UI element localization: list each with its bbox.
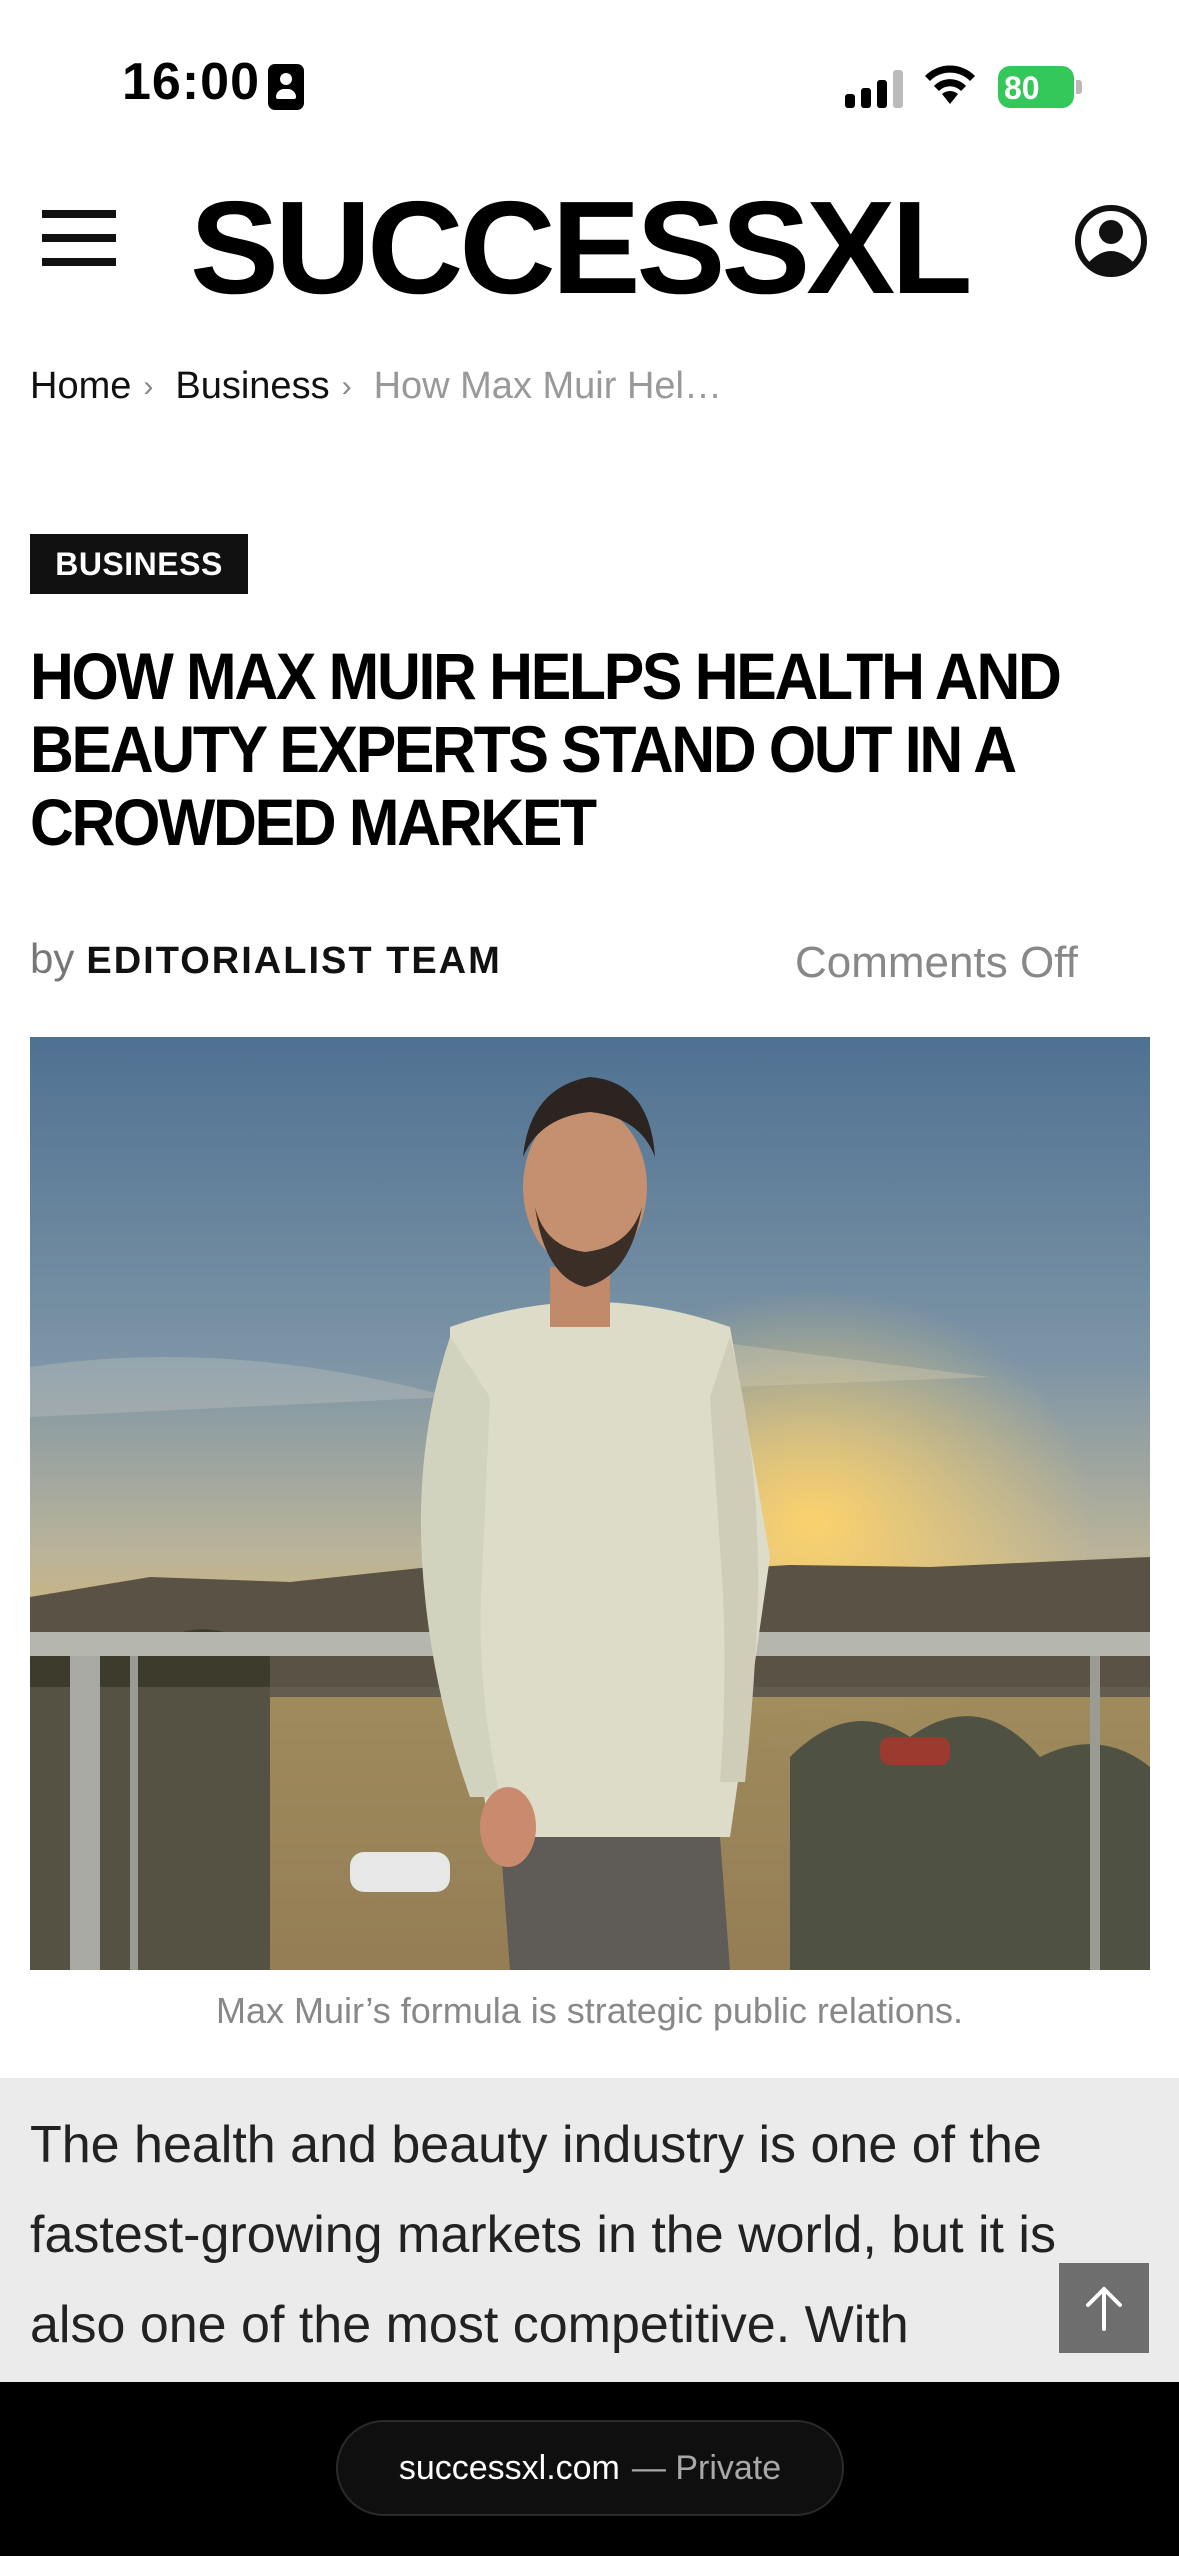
wifi-icon: [925, 65, 975, 104]
breadcrumb-business[interactable]: Business: [175, 365, 329, 408]
scroll-to-top-button[interactable]: [1059, 2263, 1149, 2353]
breadcrumb-current: How Max Muir Hel…: [373, 365, 722, 407]
byline-prefix: by: [30, 935, 75, 982]
id-card-icon: [268, 64, 304, 110]
status-bar: 16:00 80: [0, 0, 1179, 150]
article-body: The health and beauty industry is one of…: [30, 2116, 1056, 2354]
breadcrumb-separator: ›: [143, 369, 154, 403]
byline: by EDITORIALIST TEAM: [30, 935, 502, 983]
address-bar[interactable]: successxl.com — Private: [336, 2420, 844, 2516]
hero-image: [30, 1037, 1150, 1970]
breadcrumb: Home › Business › How Max Muir Hel…: [30, 365, 722, 408]
category-badge[interactable]: BUSINESS: [30, 534, 248, 594]
account-icon[interactable]: [1074, 204, 1148, 278]
cellular-signal-icon: [845, 66, 903, 108]
arrow-up-icon: [1086, 2287, 1122, 2331]
url-domain: successxl.com: [398, 2448, 620, 2487]
breadcrumb-home[interactable]: Home: [30, 365, 131, 408]
site-logo[interactable]: SUCCESSXL: [190, 172, 973, 323]
byline-author[interactable]: EDITORIALIST TEAM: [86, 940, 501, 983]
browser-bar: successxl.com — Private: [0, 2382, 1179, 2556]
private-mode-label: — Private: [631, 2448, 782, 2487]
battery-icon: 80: [998, 66, 1082, 108]
hamburger-menu-icon[interactable]: [42, 210, 116, 266]
site-header: SUCCESSXL: [0, 150, 1179, 330]
status-time: 16:00: [122, 53, 260, 111]
image-caption: Max Muir’s formula is strategic public r…: [216, 1990, 963, 2031]
article-title: HOW MAX MUIR HELPS HEALTH AND BEAUTY EXP…: [30, 639, 1062, 859]
comments-status: Comments Off: [795, 938, 1078, 987]
battery-level: 80: [1004, 70, 1040, 106]
breadcrumb-separator: ›: [341, 369, 352, 403]
